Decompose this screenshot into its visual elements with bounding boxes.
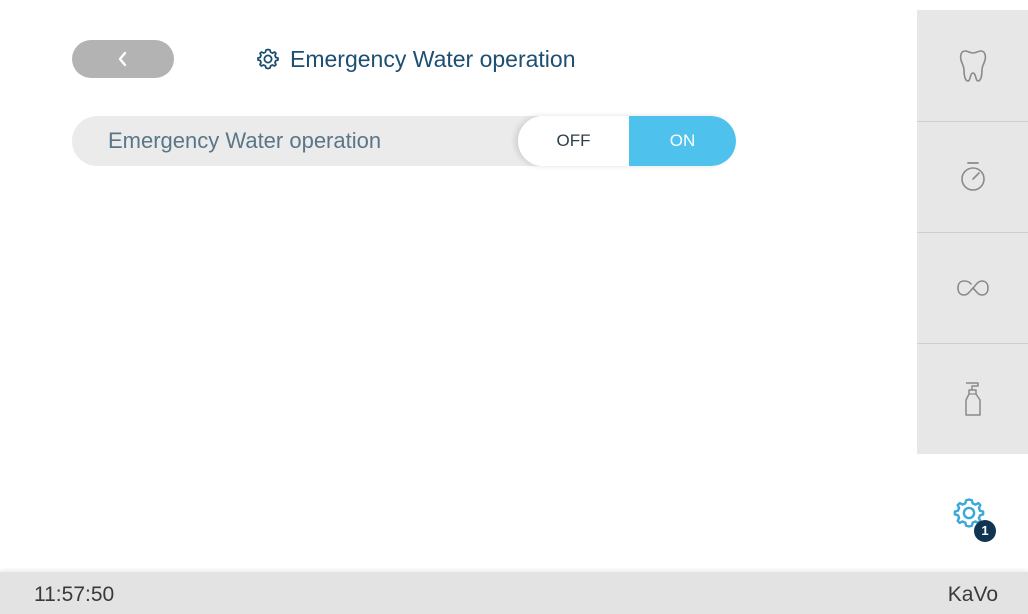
screen: Emergency Water operation Emergency Wate… — [0, 0, 1028, 614]
brand-logo-text: KaVo — [947, 583, 998, 606]
sidebar-item-cleaning[interactable] — [917, 343, 1028, 454]
back-button[interactable] — [72, 40, 174, 78]
sidebar-item-continuous[interactable] — [917, 232, 1028, 343]
sidebar-item-tooth[interactable] — [917, 10, 1028, 121]
stopwatch-icon — [960, 161, 985, 191]
toggle-on-option[interactable]: ON — [629, 116, 736, 166]
status-bar: 11:57:50 KaVo — [0, 572, 1028, 614]
tooth-icon — [959, 49, 986, 82]
gear-icon — [257, 48, 279, 70]
right-sidebar — [917, 10, 1028, 454]
spray-bottle-icon — [964, 381, 981, 416]
infinity-icon — [956, 279, 989, 296]
page-title-text: Emergency Water operation — [290, 45, 576, 72]
settings-button[interactable]: 1 — [950, 494, 1002, 546]
sidebar-item-timer[interactable] — [917, 121, 1028, 232]
notification-badge: 1 — [974, 520, 996, 542]
on-off-toggle[interactable]: OFF ON — [518, 116, 736, 166]
setting-row-emergency-water: Emergency Water operation OFF ON — [72, 116, 736, 166]
chevron-left-icon — [118, 51, 127, 67]
toggle-off-option[interactable]: OFF — [518, 116, 629, 166]
setting-label: Emergency Water operation — [108, 128, 382, 153]
clock: 11:57:50 — [34, 583, 115, 606]
page-title: Emergency Water operation — [256, 42, 576, 76]
